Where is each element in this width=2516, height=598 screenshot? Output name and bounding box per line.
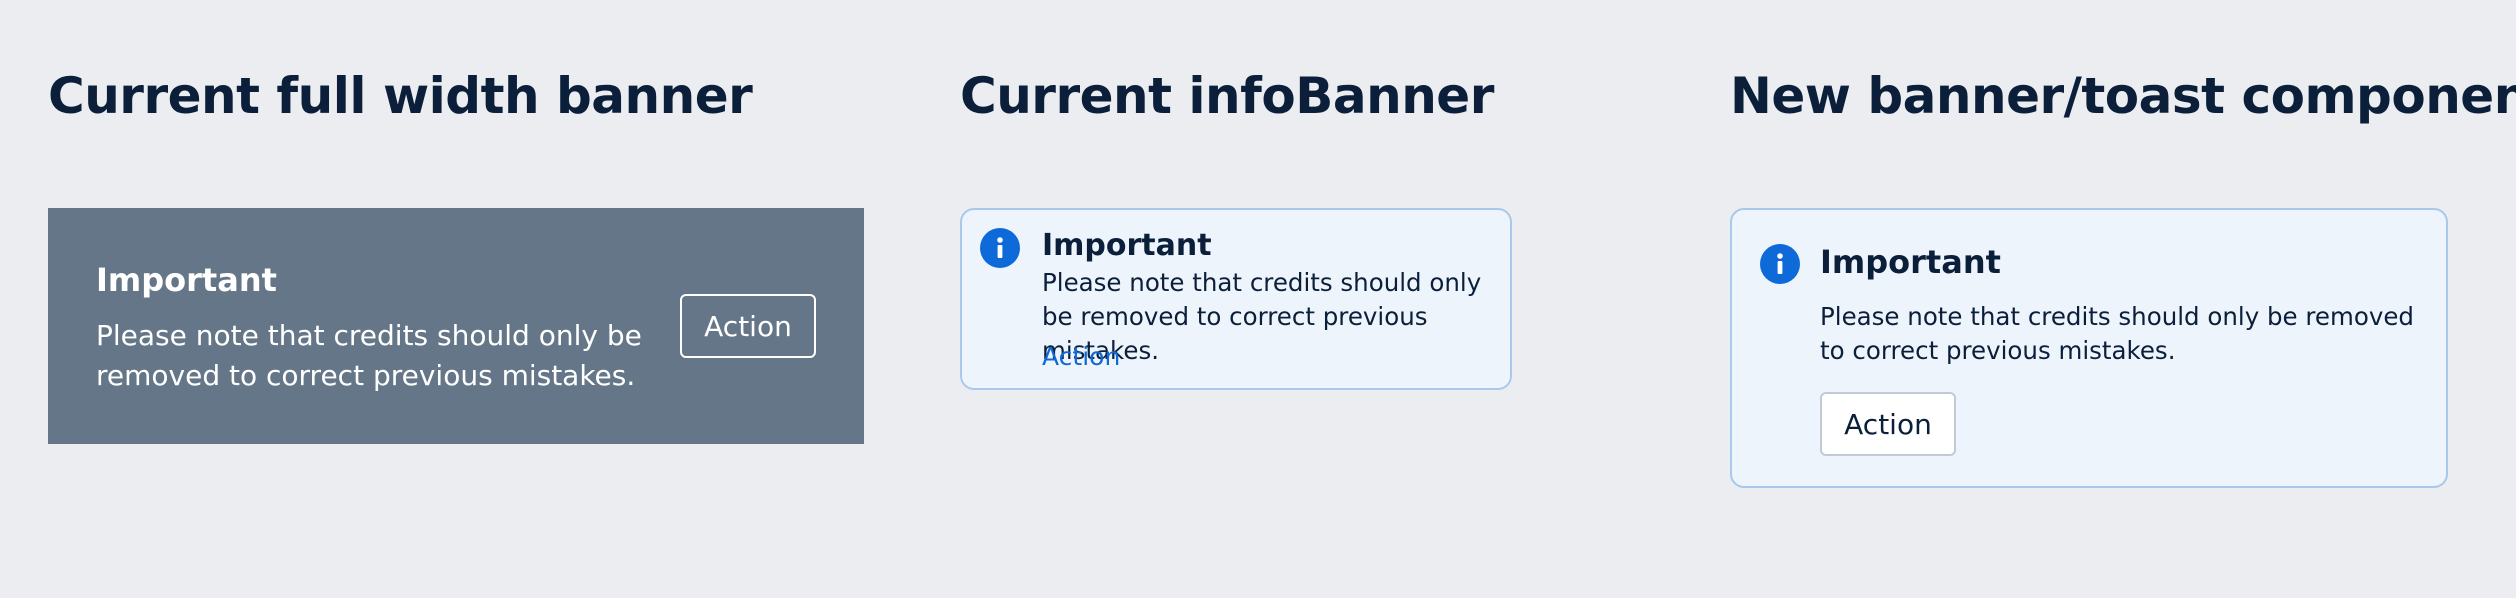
section-title-info-banner: Current infoBanner [960, 67, 1494, 125]
toast-heading: Important [1820, 243, 2001, 281]
banner-action-button[interactable]: Action [680, 294, 816, 358]
section-title-new-toast: New banner/toast component [1730, 67, 2516, 125]
info-banner-heading: Important [1042, 228, 1212, 263]
toast-banner: Important Please note that credits shoul… [1730, 208, 2448, 488]
info-banner-action-link[interactable]: Action [1042, 340, 1120, 374]
banner-heading: Important [96, 261, 277, 299]
toast-action-button[interactable]: Action [1820, 392, 1956, 456]
info-icon [980, 228, 1020, 268]
full-width-banner: Important Please note that credits shoul… [48, 208, 864, 444]
banner-message: Please note that credits should only be … [96, 319, 642, 392]
info-icon [1760, 244, 1800, 284]
toast-message: Please note that credits should only be … [1820, 302, 2414, 365]
section-title-full-width-banner: Current full width banner [48, 67, 753, 125]
info-banner: Important Please note that credits shoul… [960, 208, 1512, 390]
